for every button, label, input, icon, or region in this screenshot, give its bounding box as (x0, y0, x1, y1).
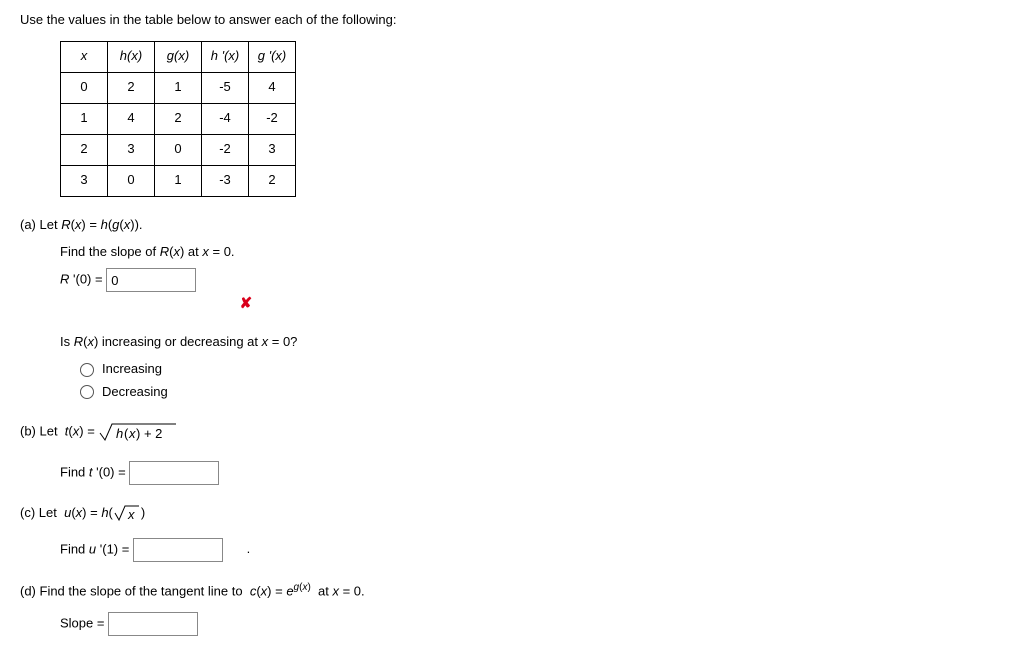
svg-text:h: h (116, 426, 123, 441)
b-find-label: Find t '(0) = (60, 464, 126, 479)
c-find-row: Find u '(1) = . (60, 538, 1012, 562)
svg-text:) + 2: ) + 2 (136, 426, 162, 441)
a-radio-increasing[interactable]: Increasing (80, 359, 1012, 380)
d-input[interactable] (108, 612, 198, 636)
part-d: (d) Find the slope of the tangent line t… (20, 580, 1012, 636)
b-let: (b) Let t(x) = h ( x ) + 2 (20, 421, 1012, 443)
radio-icon (80, 363, 94, 377)
svg-text:x: x (128, 426, 136, 441)
d-text: (d) Find the slope of the tangent line t… (20, 580, 1012, 602)
d-slope-row: Slope = (60, 612, 1012, 636)
a-let: (a) Let R(x) = h(g(x)). (20, 215, 1012, 236)
c-find-label: Find u '(1) = (60, 541, 129, 556)
table-row: 0 2 1 -5 4 (61, 72, 296, 103)
part-b: (b) Let t(x) = h ( x ) + 2 Find t '(0) = (20, 421, 1012, 485)
th-gpx: g '(x) (249, 41, 296, 72)
table-row: 2 3 0 -2 3 (61, 134, 296, 165)
sqrt-icon: h ( x ) + 2 (98, 421, 178, 443)
a-opt2-label: Decreasing (102, 382, 168, 403)
a-find-slope: Find the slope of R(x) at x = 0. (60, 242, 1012, 263)
c-input[interactable] (133, 538, 223, 562)
table-row: 1 4 2 -4 -2 (61, 103, 296, 134)
b-input[interactable] (129, 461, 219, 485)
a-rprime-input[interactable] (106, 268, 196, 292)
value-table: x h(x) g(x) h '(x) g '(x) 0 2 1 -5 4 1 4… (60, 41, 296, 197)
c-trailing: . (247, 541, 251, 556)
th-hpx: h '(x) (202, 41, 249, 72)
sqrt-icon: x (113, 503, 141, 523)
a-opt1-label: Increasing (102, 359, 162, 380)
a-question: Is R(x) increasing or decreasing at x = … (60, 332, 1012, 353)
th-gx: g(x) (155, 41, 202, 72)
a-rprime-row: R '(0) = ✘ (60, 268, 1012, 316)
svg-text:x: x (127, 507, 135, 522)
th-x: x (61, 41, 108, 72)
intro-text: Use the values in the table below to ans… (20, 10, 1012, 31)
a-rprime-label: R '(0) = (60, 272, 103, 287)
wrong-icon: ✘ (240, 292, 253, 316)
part-a: (a) Let R(x) = h(g(x)). Find the slope o… (20, 215, 1012, 403)
table-row: 3 0 1 -3 2 (61, 165, 296, 196)
d-slope-label: Slope = (60, 615, 104, 630)
radio-icon (80, 385, 94, 399)
part-c: (c) Let u(x) = h( x ) Find u '(1) = . (20, 503, 1012, 562)
th-hx: h(x) (108, 41, 155, 72)
c-let: (c) Let u(x) = h( x ) (20, 503, 1012, 524)
a-radio-decreasing[interactable]: Decreasing (80, 382, 1012, 403)
b-find-row: Find t '(0) = (60, 461, 1012, 485)
